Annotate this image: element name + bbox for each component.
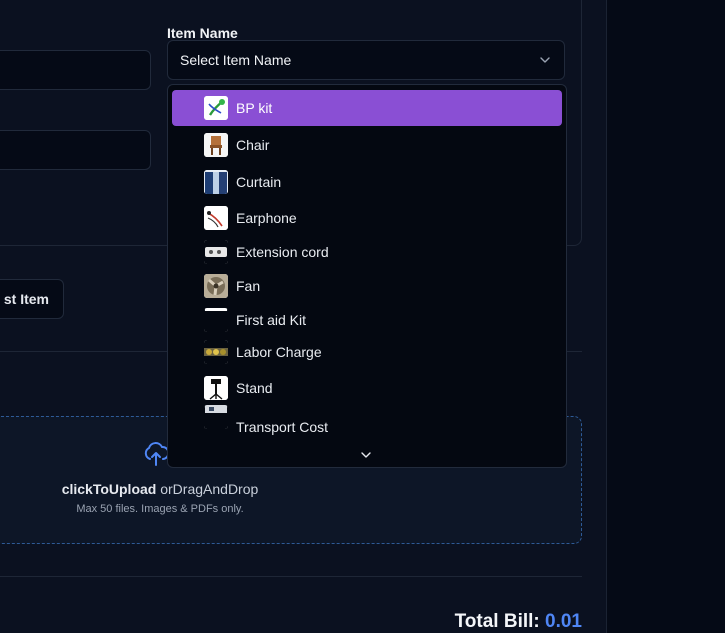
bp-kit-thumbnail-icon xyxy=(204,96,228,120)
upload-icon xyxy=(144,442,169,466)
dropdown-option-bp-kit[interactable]: BP kit xyxy=(172,90,562,126)
upload-instructions: clickToUpload orDragAndDrop xyxy=(0,481,320,497)
labor-charge-thumbnail-icon xyxy=(204,340,228,364)
drag-and-drop-text: orDragAndDrop xyxy=(160,481,259,497)
extension-cord-thumbnail-icon xyxy=(204,240,228,264)
option-label: Transport Cost xyxy=(236,419,329,435)
total-divider xyxy=(0,576,582,577)
chevron-down-icon xyxy=(540,57,550,63)
option-label: First aid Kit xyxy=(236,312,307,328)
option-label: Labor Charge xyxy=(236,344,322,360)
panel-divider xyxy=(606,0,607,633)
dropdown-option-extension-cord[interactable]: Extension cord xyxy=(172,234,562,270)
last-item-button[interactable]: st Item xyxy=(0,279,64,319)
dropdown-option-fan[interactable]: Fan xyxy=(172,268,562,304)
upload-hint: Max 50 files. Images & PDFs only. xyxy=(76,503,244,515)
option-label: Curtain xyxy=(236,174,282,190)
click-to-upload-link[interactable]: clickToUpload xyxy=(62,481,157,497)
total-bill-label: Total Bill: xyxy=(454,611,540,632)
left-input-field-2[interactable] xyxy=(0,130,151,170)
dropdown-option-first-aid-kit[interactable]: First aid Kit xyxy=(172,302,562,338)
earphone-thumbnail-icon xyxy=(204,206,228,230)
transport-cost-thumbnail-icon xyxy=(204,405,228,429)
stand-thumbnail-icon xyxy=(204,376,228,400)
item-name-select[interactable]: Select Item Name xyxy=(167,40,565,80)
first-aid-kit-thumbnail-icon xyxy=(204,308,228,332)
left-input-field-1[interactable] xyxy=(0,50,151,90)
option-label: BP kit xyxy=(236,100,273,116)
dropdown-option-stand[interactable]: Stand xyxy=(172,370,562,406)
dropdown-option-labor-charge[interactable]: Labor Charge xyxy=(172,334,562,370)
fan-thumbnail-icon xyxy=(204,274,228,298)
curtain-thumbnail-icon xyxy=(204,170,228,194)
option-label: Earphone xyxy=(236,210,297,226)
option-label: Fan xyxy=(236,278,261,294)
item-name-placeholder: Select Item Name xyxy=(180,52,292,68)
dropdown-option-earphone[interactable]: Earphone xyxy=(172,200,562,236)
total-bill: Total Bill: 0.01 xyxy=(455,611,582,633)
item-name-dropdown: BP kit Chair Curtain Earphone Extension … xyxy=(167,84,567,468)
option-label: Stand xyxy=(236,380,273,396)
option-label: Chair xyxy=(236,137,270,153)
dropdown-option-transport-cost[interactable]: Transport Cost xyxy=(172,405,562,445)
item-name-label: Item Name xyxy=(167,25,238,41)
dropdown-option-chair[interactable]: Chair xyxy=(172,127,562,163)
dropdown-option-curtain[interactable]: Curtain xyxy=(172,164,562,200)
chair-thumbnail-icon xyxy=(204,133,228,157)
total-bill-amount: 0.01 xyxy=(545,611,582,632)
scroll-down-chevron-icon[interactable] xyxy=(360,449,372,461)
option-label: Extension cord xyxy=(236,244,329,260)
